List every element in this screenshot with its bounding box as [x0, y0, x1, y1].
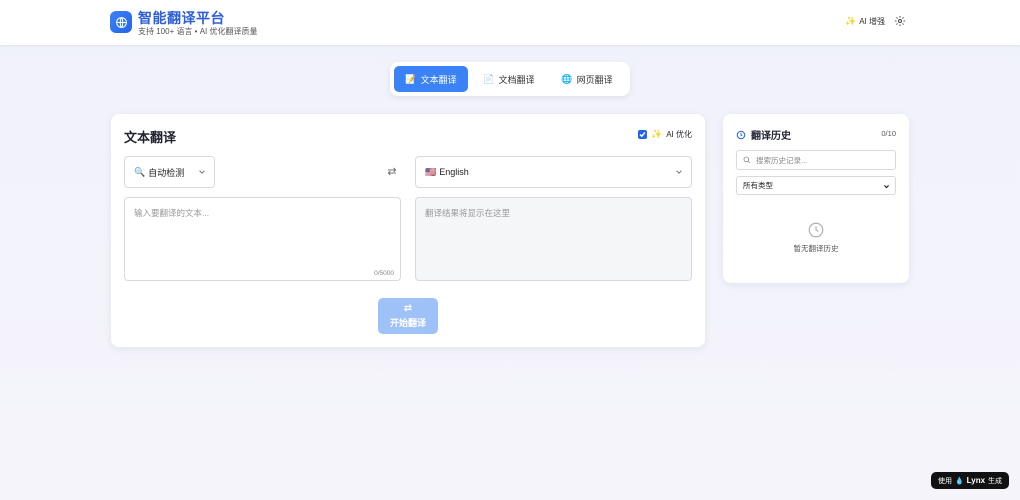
ai-boost-toggle[interactable]: ✨ AI 增强	[845, 16, 885, 27]
made-with-lynx-badge[interactable]: 使用 💧 Lynx 生成	[931, 472, 1009, 489]
sparkle-icon: ✨	[845, 16, 857, 26]
source-text-input[interactable]: 输入要翻译的文本... 0/5000	[124, 197, 401, 281]
source-language-value: 自动检测	[148, 167, 185, 178]
chevron-down-icon	[884, 185, 889, 189]
character-count: 0/5000	[374, 270, 394, 277]
sparkle-icon: ✨	[651, 129, 663, 139]
target-language-select[interactable]: 🇺🇸 English	[415, 156, 692, 188]
us-flag-icon: 🇺🇸	[425, 166, 437, 177]
swap-languages-icon[interactable]: ⇄	[386, 166, 398, 178]
tab-label: 文档翻译	[498, 74, 535, 85]
document-icon: 📄	[483, 73, 495, 84]
history-title-label: 翻译历史	[751, 131, 791, 142]
app-subtitle: 支持 100+ 语言 • AI 优化翻译质量	[138, 27, 258, 36]
app-title: 智能翻译平台	[138, 10, 225, 26]
search-icon	[743, 156, 751, 164]
source-placeholder: 输入要翻译的文本...	[134, 208, 210, 218]
tab-document-translate[interactable]: 📄 文档翻译	[472, 66, 546, 92]
target-language-value: English	[439, 167, 469, 177]
swap-arrows-icon: ⇄	[403, 303, 413, 314]
history-search-placeholder: 搜索历史记录...	[756, 155, 808, 165]
globe-icon: 🌐	[561, 73, 573, 84]
source-language-select[interactable]: 🔍 自动检测	[124, 156, 215, 188]
tab-label: 文本翻译	[420, 74, 457, 85]
translation-output: 翻译结果将显示在这里	[415, 197, 692, 281]
globe-logo-icon	[110, 11, 132, 33]
ai-optimize-label: AI 优化	[666, 130, 692, 139]
lynx-flame-icon: 💧	[954, 477, 964, 485]
badge-suffix: 生成	[988, 477, 1003, 485]
history-filter-value: 所有类型	[743, 181, 773, 190]
magnifier-icon: 🔍	[134, 166, 146, 177]
badge-prefix: 使用	[937, 477, 952, 485]
clock-icon	[736, 130, 746, 139]
history-type-filter[interactable]: 所有类型	[736, 176, 896, 195]
tab-text-translate[interactable]: 📝 文本翻译	[394, 66, 468, 92]
panel-title: 文本翻译	[124, 130, 177, 145]
top-bar: 智能翻译平台 支持 100+ 语言 • AI 优化翻译质量 ✨ AI 增强	[0, 0, 1020, 45]
ai-boost-label: AI 增强	[859, 17, 885, 26]
history-search-input[interactable]: 搜索历史记录...	[736, 150, 896, 170]
history-panel: 翻译历史 0/10 搜索历史记录... 所有类型 暂无翻译历史	[723, 114, 909, 283]
checkbox-checked-icon[interactable]	[638, 130, 647, 139]
translate-panel: 文本翻译 ✨ AI 优化 🔍 自动检测 ⇄ 🇺🇸 English 输入要翻译的文…	[111, 114, 705, 347]
translate-button-label: 开始翻译	[389, 318, 426, 328]
start-translate-button[interactable]: ⇄ 开始翻译	[378, 298, 438, 334]
chevron-down-icon	[199, 170, 205, 174]
output-placeholder: 翻译结果将显示在这里	[425, 208, 511, 218]
settings-gear-icon[interactable]	[894, 15, 906, 27]
badge-brand: Lynx	[966, 476, 986, 485]
mode-tabs: 📝 文本翻译 📄 文档翻译 🌐 网页翻译	[390, 62, 630, 96]
history-empty-message: 暂无翻译历史	[793, 244, 839, 253]
history-count: 0/10	[881, 129, 896, 138]
clock-icon	[808, 222, 824, 238]
tab-web-translate[interactable]: 🌐 网页翻译	[550, 66, 624, 92]
tab-label: 网页翻译	[576, 74, 613, 85]
history-title: 翻译历史	[736, 127, 791, 142]
chevron-down-icon	[676, 170, 682, 174]
ai-optimize-checkbox[interactable]: ✨ AI 优化	[638, 129, 692, 140]
memo-icon: 📝	[405, 73, 417, 84]
